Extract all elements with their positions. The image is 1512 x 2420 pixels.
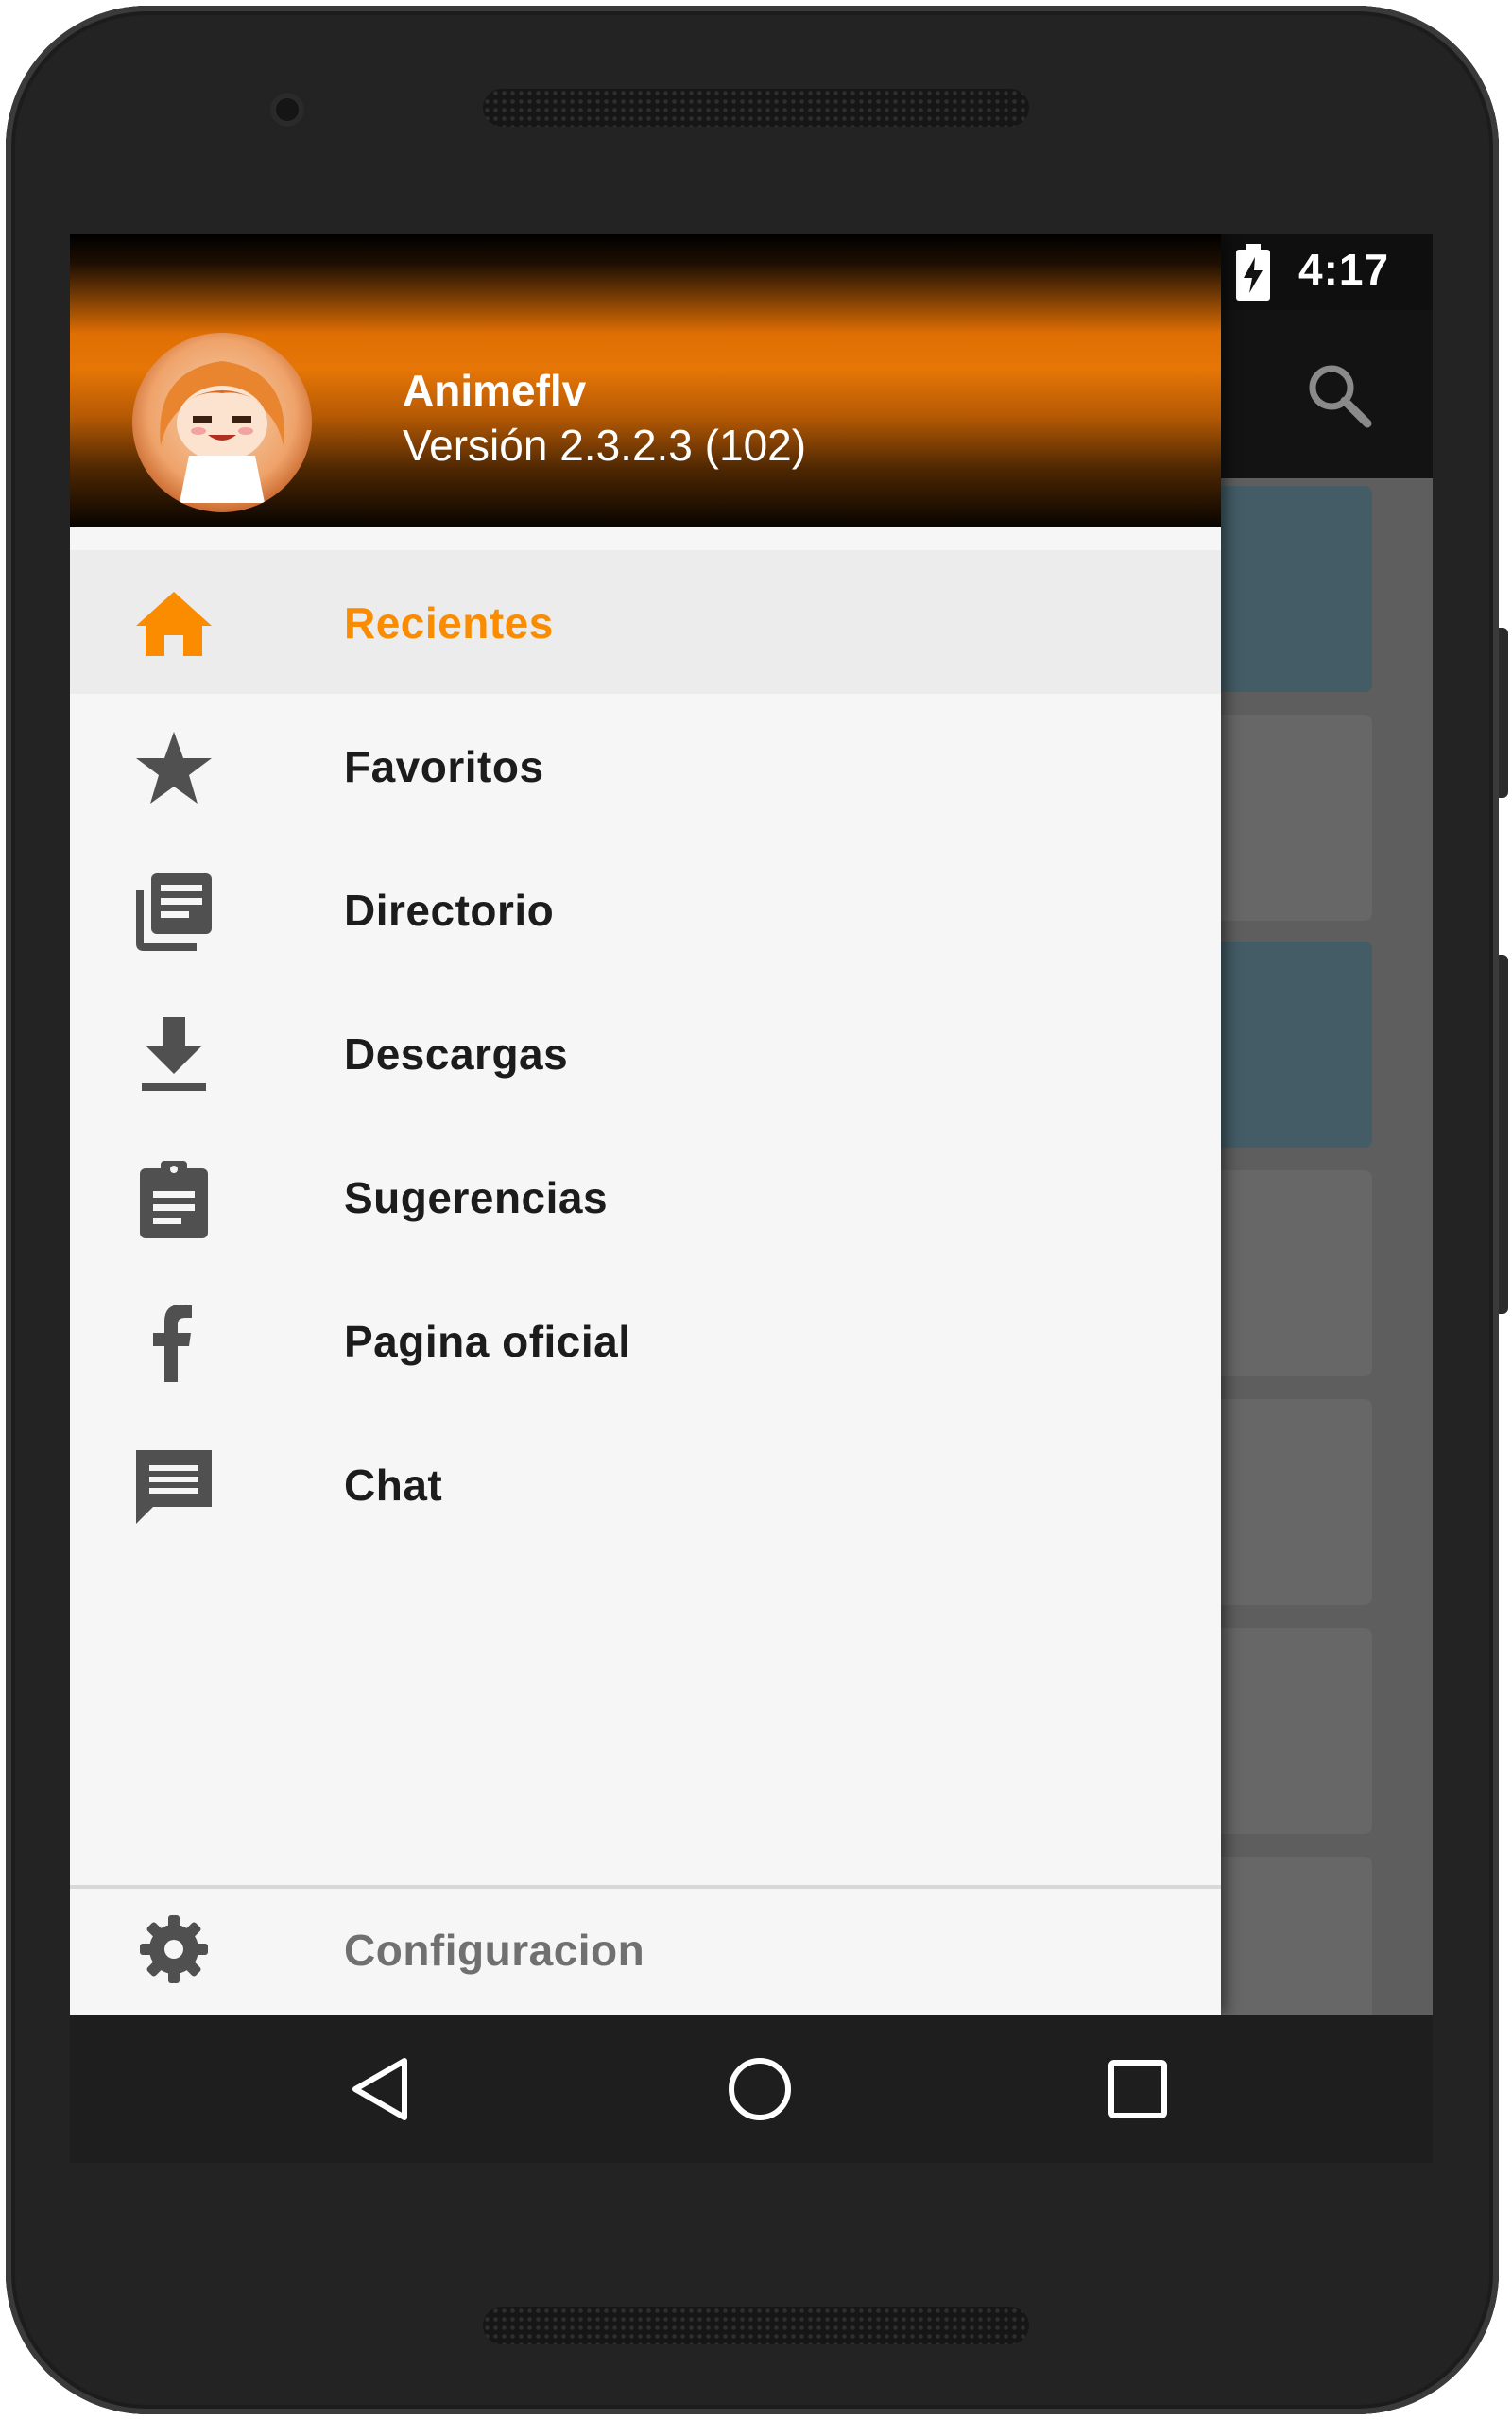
search-icon[interactable]: [1301, 357, 1377, 433]
home-circle-icon[interactable]: [714, 2044, 805, 2135]
menu-item-sugerencias[interactable]: Sugerencias: [70, 1125, 1221, 1269]
chat-icon: [136, 1450, 212, 1524]
menu-label-descargas: Descargas: [344, 1029, 569, 1079]
star-icon: [136, 732, 212, 804]
top-speaker: [483, 89, 1029, 127]
menu-item-descargas[interactable]: Descargas: [70, 981, 1221, 1125]
battery-charging-icon: [1236, 244, 1270, 301]
download-icon: [142, 1017, 206, 1091]
navigation-bar: [70, 2015, 1433, 2163]
facebook-icon: [153, 1305, 192, 1382]
bottom-speaker: [483, 2307, 1029, 2344]
volume-button: [1499, 955, 1508, 1314]
app-version: Versión 2.3.2.3 (102): [403, 421, 807, 470]
library-books-icon: [136, 873, 212, 951]
recents-icon[interactable]: [1092, 2044, 1183, 2135]
menu-label-configuracion: Configuracion: [344, 1926, 645, 1975]
avatar[interactable]: [132, 333, 312, 512]
anime-character-avatar: [160, 361, 284, 503]
drawer-header: Animeflv Versión 2.3.2.3 (102): [70, 234, 1221, 527]
menu-item-favoritos[interactable]: Favoritos: [70, 694, 1221, 838]
navigation-drawer: Animeflv Versión 2.3.2.3 (102) Recientes…: [70, 234, 1221, 2015]
assignment-icon: [140, 1161, 208, 1238]
menu-label-chat: Chat: [344, 1461, 443, 1510]
power-button: [1499, 628, 1508, 798]
menu-label-sugerencias: Sugerencias: [344, 1173, 609, 1222]
menu-item-recientes[interactable]: Recientes: [70, 550, 1221, 694]
menu-label-favoritos: Favoritos: [344, 742, 544, 791]
status-time: 4:17: [1298, 245, 1390, 294]
menu-item-pagina-oficial[interactable]: Pagina oficial: [70, 1269, 1221, 1412]
app-name: Animeflv: [403, 366, 587, 415]
menu-item-directorio[interactable]: Directorio: [70, 838, 1221, 981]
menu-item-chat[interactable]: Chat: [70, 1412, 1221, 1556]
menu-label-directorio: Directorio: [344, 886, 555, 935]
menu-item-configuracion[interactable]: Configuracion: [70, 1889, 1221, 2015]
back-icon[interactable]: [336, 2044, 427, 2135]
front-camera: [270, 93, 304, 127]
menu-label-pagina-oficial: Pagina oficial: [344, 1317, 631, 1366]
menu-label-recientes: Recientes: [344, 598, 554, 648]
gear-icon: [140, 1915, 208, 1983]
home-icon: [136, 592, 212, 656]
screen: 4:17 ⤓ ⤓ ⤓ ⤓ ⤓ ⤓ ⤓: [70, 234, 1433, 2015]
